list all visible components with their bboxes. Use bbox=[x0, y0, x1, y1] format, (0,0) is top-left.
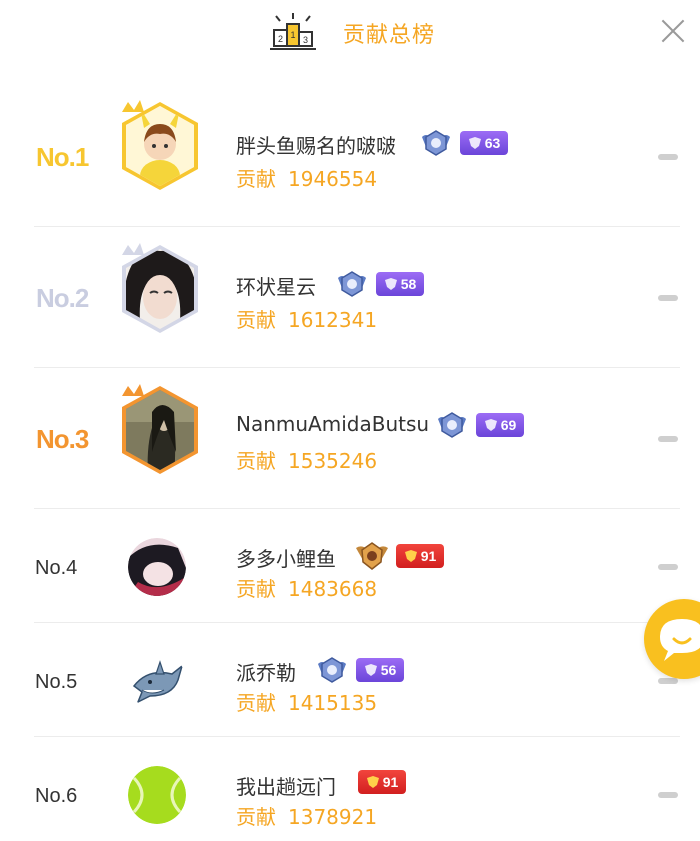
level-number: 69 bbox=[500, 417, 517, 433]
level-shield-icon bbox=[366, 776, 379, 788]
contribution-value: 1612341 bbox=[288, 308, 378, 332]
badges: 63 bbox=[420, 129, 508, 157]
level-badge: 58 bbox=[376, 272, 424, 296]
list-item[interactable]: No.2 环状星云 58 贡献 1612341 bbox=[0, 227, 700, 368]
drag-handle-icon[interactable] bbox=[658, 792, 678, 798]
level-number: 63 bbox=[484, 135, 501, 151]
contribution-value: 1535246 bbox=[288, 449, 378, 473]
level-shield-icon bbox=[364, 664, 377, 676]
avatar[interactable] bbox=[128, 766, 186, 828]
list-item[interactable]: No.1 胖头鱼赐名的啵啵 63 贡献 1946554 bbox=[0, 86, 700, 227]
avatar-hex-frame bbox=[122, 243, 198, 333]
avatar[interactable] bbox=[118, 382, 202, 482]
contribution-label: 贡献 bbox=[236, 691, 276, 715]
contribution-label: 贡献 bbox=[236, 577, 276, 601]
avatar[interactable] bbox=[128, 652, 186, 714]
contribution: 贡献 1946554 bbox=[236, 163, 377, 192]
list-item[interactable]: No.6 我出趟远门 91 贡献 1378921 bbox=[0, 737, 700, 841]
chat-bubble-icon bbox=[660, 619, 700, 661]
level-shield-icon bbox=[484, 419, 497, 431]
user-name: 我出趟远门 bbox=[236, 775, 336, 799]
drag-handle-icon[interactable] bbox=[658, 154, 678, 160]
level-shield-icon bbox=[404, 550, 417, 562]
level-number: 91 bbox=[420, 548, 437, 564]
contribution-value: 1378921 bbox=[288, 805, 378, 829]
level-number: 91 bbox=[382, 774, 399, 790]
rank-number: No.3 bbox=[36, 424, 89, 454]
user-name: 多多小鲤鱼 bbox=[236, 547, 336, 571]
tennis-ball-avatar-image bbox=[128, 766, 186, 824]
drag-handle-icon[interactable] bbox=[658, 295, 678, 301]
drag-handle-icon[interactable] bbox=[658, 564, 678, 570]
badges: 91 bbox=[356, 542, 444, 570]
contribution: 贡献 1415135 bbox=[236, 687, 377, 716]
rank-number: No.6 bbox=[35, 785, 78, 807]
drag-handle-icon[interactable] bbox=[658, 436, 678, 442]
avatar[interactable] bbox=[118, 241, 202, 341]
contribution: 贡献 1612341 bbox=[236, 304, 377, 333]
contribution: 贡献 1378921 bbox=[236, 801, 377, 830]
avatar-image bbox=[128, 538, 186, 596]
avatar[interactable] bbox=[128, 538, 186, 600]
level-badge: 91 bbox=[358, 770, 406, 794]
diamond-rank-emblem-icon bbox=[338, 271, 366, 297]
contribution-value: 1946554 bbox=[288, 167, 378, 191]
rank-number: No.5 bbox=[35, 671, 78, 693]
contribution-label: 贡献 bbox=[236, 167, 276, 191]
badges: 69 bbox=[436, 411, 524, 439]
svg-text:3: 3 bbox=[303, 35, 308, 45]
diamond-rank-emblem-icon bbox=[318, 657, 346, 683]
level-badge: 63 bbox=[460, 131, 508, 155]
contribution: 贡献 1535246 bbox=[236, 445, 377, 474]
level-number: 58 bbox=[400, 276, 417, 292]
level-number: 56 bbox=[380, 662, 397, 678]
contribution-label: 贡献 bbox=[236, 805, 276, 829]
header: 2 1 3 贡献总榜 bbox=[0, 0, 700, 66]
level-badge: 56 bbox=[356, 658, 404, 682]
level-badge: 69 bbox=[476, 413, 524, 437]
contribution-label: 贡献 bbox=[236, 308, 276, 332]
page-title: 贡献总榜 bbox=[343, 23, 436, 48]
avatar[interactable] bbox=[118, 98, 202, 198]
level-shield-icon bbox=[384, 278, 397, 290]
badges: 58 bbox=[336, 270, 424, 298]
svg-text:1: 1 bbox=[290, 30, 295, 40]
shark-avatar-image bbox=[128, 652, 186, 710]
rank-number: No.1 bbox=[36, 142, 89, 172]
user-name: 派乔勒 bbox=[236, 661, 296, 685]
badges: 56 bbox=[316, 656, 404, 684]
diamond-rank-emblem-icon bbox=[438, 412, 466, 438]
contribution: 贡献 1483668 bbox=[236, 573, 377, 602]
chat-bubble-button[interactable] bbox=[644, 599, 700, 679]
avatar-hex-frame bbox=[122, 384, 198, 474]
list-item[interactable]: No.5 派乔勒 56 贡献 1415135 bbox=[0, 623, 700, 737]
gold-wing-rank-emblem-icon bbox=[356, 542, 388, 570]
podium-icon: 2 1 3 bbox=[270, 13, 316, 50]
close-icon[interactable] bbox=[656, 14, 690, 48]
level-shield-icon bbox=[468, 137, 481, 149]
list-item[interactable]: No.4 多多小鲤鱼 91 贡献 1483668 bbox=[0, 509, 700, 623]
contribution-value: 1483668 bbox=[288, 577, 378, 601]
user-name: NanmuAmidaButsu bbox=[236, 412, 430, 436]
avatar-hex-frame bbox=[122, 100, 198, 190]
contribution-label: 贡献 bbox=[236, 449, 276, 473]
user-name: 环状星云 bbox=[236, 275, 316, 299]
level-badge: 91 bbox=[396, 544, 444, 568]
badges: 91 bbox=[358, 770, 406, 794]
diamond-rank-emblem-icon bbox=[422, 130, 450, 156]
contribution-value: 1415135 bbox=[288, 691, 378, 715]
user-name: 胖头鱼赐名的啵啵 bbox=[236, 134, 396, 158]
rank-number: No.2 bbox=[36, 283, 89, 313]
rank-number: No.4 bbox=[35, 557, 78, 579]
list-item[interactable]: No.3 NanmuAmidaButsu 69 贡献 1535246 bbox=[0, 368, 700, 509]
svg-text:2: 2 bbox=[278, 34, 283, 44]
